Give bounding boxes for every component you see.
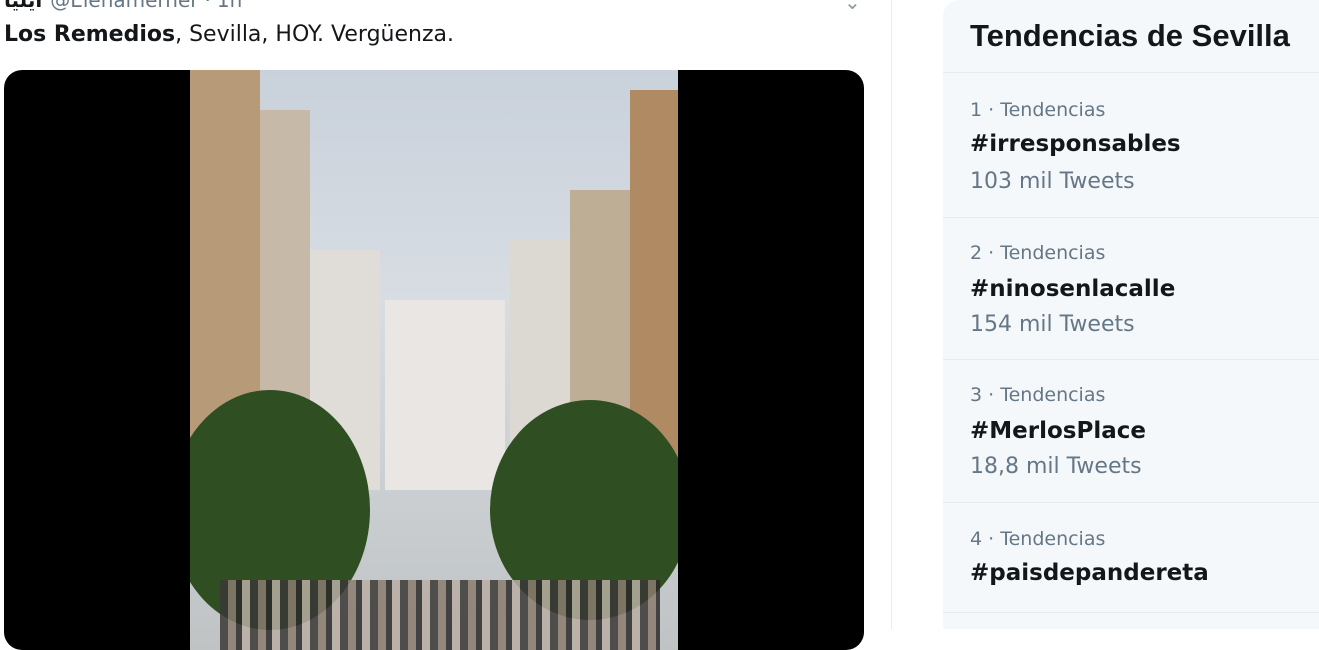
header-separator: · <box>204 0 211 12</box>
trend-meta: 2 · Tendencias <box>970 242 1106 264</box>
more-icon[interactable]: ⌄ <box>844 0 861 14</box>
trend-item[interactable]: 4 · Tendencias #paisdepandereta <box>943 502 1319 613</box>
tweet-text-rest: , Sevilla, HOY. Vergüenza. <box>175 22 454 47</box>
video-frame <box>190 70 678 650</box>
trend-item[interactable]: 2 · Tendencias #ninosenlacalle 154 mil T… <box>943 217 1319 360</box>
trends-panel: Tendencias de Sevilla 1 · Tendencias #ir… <box>943 0 1319 629</box>
trend-count: 103 mil Tweets <box>970 169 1135 194</box>
tweet-text: Los Remedios, Sevilla, HOY. Vergüenza. <box>4 22 454 47</box>
timeline: ايليا @Elenamerner · 1h ⌄ Los Remedios, Sev… <box>0 0 892 650</box>
author-name[interactable]: ايليا <box>4 0 42 12</box>
tweet-video[interactable] <box>4 70 864 650</box>
trend-name: #ninosenlacalle <box>970 276 1176 302</box>
tweet-time[interactable]: 1h <box>217 0 242 12</box>
trends-title: Tendencias de Sevilla <box>970 18 1290 53</box>
tweet-text-bold: Los Remedios <box>4 22 176 47</box>
trend-meta: 1 · Tendencias <box>970 99 1106 121</box>
trend-item[interactable]: 3 · Tendencias #MerlosPlace 18,8 mil Twe… <box>943 359 1319 503</box>
trend-count: 154 mil Tweets <box>970 312 1135 337</box>
trend-meta: 3 · Tendencias <box>970 384 1106 406</box>
trend-count: 18,8 mil Tweets <box>970 454 1142 479</box>
trend-name: #MerlosPlace <box>970 418 1146 444</box>
trend-name: #paisdepandereta <box>970 560 1209 586</box>
tweet-header: ايليا @Elenamerner · 1h ⌄ <box>4 0 861 14</box>
author-handle[interactable]: @Elenamerner <box>50 0 198 12</box>
trend-meta: 4 · Tendencias <box>970 528 1106 550</box>
trend-name: #irresponsables <box>970 131 1181 157</box>
trend-item[interactable]: 1 · Tendencias #irresponsables 103 mil T… <box>943 73 1319 218</box>
